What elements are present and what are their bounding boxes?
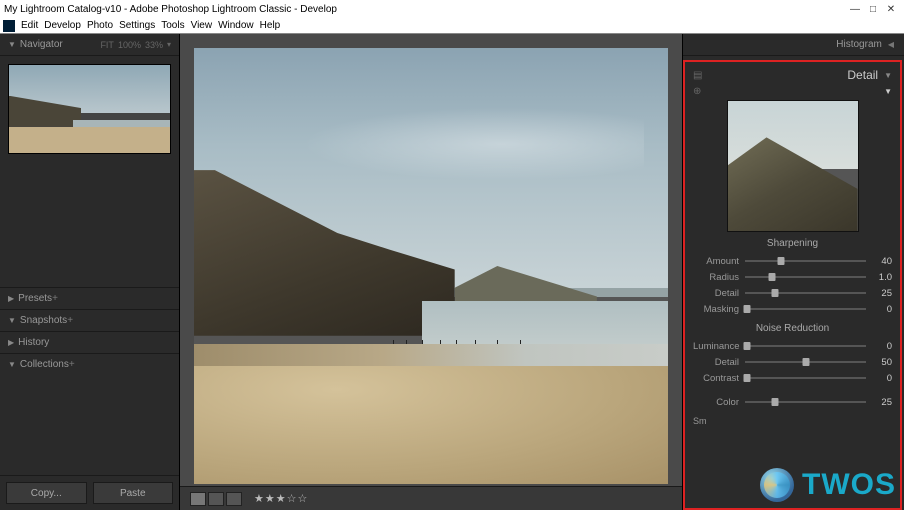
menu-edit[interactable]: Edit: [21, 20, 38, 31]
plus-icon[interactable]: +: [69, 359, 75, 370]
lightbulb-icon: [760, 468, 794, 502]
minimize-button[interactable]: —: [846, 4, 864, 15]
develop-view: ★★★☆☆: [180, 34, 682, 510]
menu-bar: Edit Develop Photo Settings Tools View W…: [0, 18, 904, 34]
panel-switch-icon[interactable]: ▤: [693, 70, 702, 81]
chevron-down-icon: ▼: [8, 316, 16, 325]
sharpening-title: Sharpening: [693, 238, 892, 249]
panel-presets[interactable]: ▶ Presets +: [0, 287, 179, 309]
slider-amount[interactable]: Amount 40: [693, 253, 892, 269]
main-photo-canvas[interactable]: [194, 48, 668, 484]
target-icon[interactable]: ⊕: [693, 86, 701, 97]
panel-label: Histogram: [836, 39, 882, 50]
menu-develop[interactable]: Develop: [44, 20, 81, 31]
slider-detail-noise[interactable]: Detail 50: [693, 354, 892, 370]
chevron-left-icon: ◀: [888, 40, 894, 49]
menu-view[interactable]: View: [191, 20, 213, 31]
panel-snapshots[interactable]: ▼ Snapshots +: [0, 309, 179, 331]
app-icon: [3, 20, 15, 32]
chevron-down-icon[interactable]: ▼: [884, 87, 892, 96]
before-after-icon[interactable]: [208, 492, 224, 506]
panel-detail: ▤ Detail ▼ ⊕ ▼ Sharpening Amount 40 Radi…: [683, 60, 902, 510]
chevron-down-icon: ▼: [884, 71, 892, 80]
watermark-text: TWOS: [802, 468, 896, 502]
chevron-right-icon: ▶: [8, 294, 14, 303]
zoom-33[interactable]: 33%: [145, 40, 163, 50]
maximize-button[interactable]: □: [864, 4, 882, 15]
chevron-down-icon: ▼: [8, 40, 16, 49]
chevron-down-icon[interactable]: ▾: [167, 40, 171, 49]
window-title-bar: My Lightroom Catalog-v10 - Adobe Photosh…: [0, 0, 904, 18]
panel-label: Collections: [20, 359, 69, 370]
detail-title[interactable]: Detail: [847, 68, 878, 82]
watermark: TWOS: [760, 468, 896, 502]
panel-history[interactable]: ▶ History: [0, 331, 179, 353]
slider-detail-sharp[interactable]: Detail 25: [693, 285, 892, 301]
slider-radius[interactable]: Radius 1.0: [693, 269, 892, 285]
right-panel: Histogram ◀ ▤ Detail ▼ ⊕ ▼ Sharpening Am…: [682, 34, 904, 510]
panel-histogram[interactable]: Histogram ◀: [683, 34, 904, 56]
panel-collections[interactable]: ▼ Collections +: [0, 353, 179, 375]
chevron-right-icon: ▶: [8, 338, 14, 347]
plus-icon[interactable]: +: [52, 293, 58, 304]
bottom-toolbar: ★★★☆☆: [180, 486, 682, 510]
panel-label: History: [18, 337, 49, 348]
panel-label: Snapshots: [20, 315, 67, 326]
zoom-fit[interactable]: FIT: [100, 40, 114, 50]
menu-window[interactable]: Window: [218, 20, 254, 31]
window-title: My Lightroom Catalog-v10 - Adobe Photosh…: [4, 4, 337, 15]
detail-zoom-preview[interactable]: [727, 100, 859, 232]
noise-reduction-title: Noise Reduction: [693, 323, 892, 334]
navigator-thumbnail[interactable]: [8, 64, 171, 154]
rating-display[interactable]: ★★★☆☆: [254, 492, 308, 505]
plus-icon[interactable]: +: [67, 315, 73, 326]
navigator-label: Navigator: [20, 39, 63, 50]
chevron-down-icon: ▼: [8, 360, 16, 369]
slider-masking[interactable]: Masking 0: [693, 301, 892, 317]
menu-photo[interactable]: Photo: [87, 20, 113, 31]
sm-label: Sm: [693, 416, 892, 426]
grid-view-icon[interactable]: [226, 492, 242, 506]
menu-tools[interactable]: Tools: [161, 20, 184, 31]
slider-color[interactable]: Color 25: [693, 394, 892, 410]
menu-settings[interactable]: Settings: [119, 20, 155, 31]
menu-help[interactable]: Help: [260, 20, 281, 31]
slider-luminance[interactable]: Luminance 0: [693, 338, 892, 354]
left-panel: ▼ Navigator FIT 100% 33% ▾ ▶ Presets + ▼…: [0, 34, 180, 510]
panel-label: Presets: [18, 293, 52, 304]
slider-contrast[interactable]: Contrast 0: [693, 370, 892, 386]
copy-button[interactable]: Copy...: [6, 482, 87, 504]
paste-button[interactable]: Paste: [93, 482, 174, 504]
zoom-100[interactable]: 100%: [118, 40, 141, 50]
close-button[interactable]: ✕: [882, 4, 900, 15]
navigator-header[interactable]: ▼ Navigator FIT 100% 33% ▾: [0, 34, 179, 56]
loupe-view-icon[interactable]: [190, 492, 206, 506]
